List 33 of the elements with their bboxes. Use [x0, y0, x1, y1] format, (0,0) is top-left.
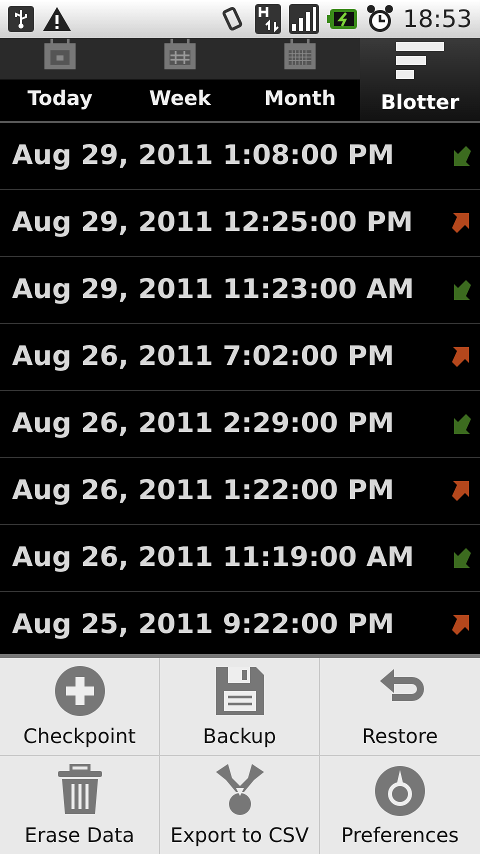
blotter-row[interactable]: Aug 29, 2011 12:25:00 PM [0, 190, 480, 257]
menu-item[interactable]: Preferences [320, 756, 480, 854]
menu-item[interactable]: Checkpoint [0, 658, 160, 756]
menu-item[interactable]: Backup [160, 658, 320, 756]
entry-time: Aug 29, 2011 12:25:00 PM [12, 206, 414, 240]
entry-time: Aug 26, 2011 2:29:00 PM [12, 406, 396, 441]
up-right-arrow-icon [450, 480, 472, 502]
entry-time: Aug 26, 2011 11:19:00 AM [12, 540, 416, 575]
up-right-arrow-icon [450, 614, 472, 636]
network-icon [254, 4, 281, 34]
blotter-row[interactable]: Aug 29, 2011 11:23:00 AM [0, 257, 480, 324]
signal-icon [288, 4, 319, 34]
blotter-row[interactable]: Aug 26, 2011 7:02:00 PM [0, 324, 480, 391]
blotter-row[interactable]: Aug 26, 2011 11:19:00 AM [0, 525, 480, 592]
alarm-clock-icon [364, 4, 395, 34]
blotter-row[interactable]: Aug 26, 2011 2:29:00 PM [0, 391, 480, 458]
entry-time: Aug 25, 2011 9:22:00 PM [12, 608, 396, 642]
tab[interactable]: Blotter [360, 38, 480, 121]
clock-time: 18:53 [402, 4, 472, 35]
warning-icon [42, 6, 72, 32]
blotter-row[interactable]: Aug 29, 2011 1:08:00 PM [0, 123, 480, 190]
blotter-row[interactable]: Aug 26, 2011 1:22:00 PM [0, 458, 480, 525]
usb-icon [8, 6, 34, 32]
menu-item[interactable]: Export to CSV [160, 756, 320, 854]
menu-item[interactable]: Restore [320, 658, 480, 756]
entry-time: Aug 26, 2011 1:22:00 PM [12, 474, 396, 508]
entry-time: Aug 26, 2011 7:02:00 PM [12, 340, 396, 374]
entry-time: Aug 29, 2011 11:23:00 AM [12, 272, 416, 307]
menu-item[interactable]: Erase Data [0, 756, 160, 854]
entry-time: Aug 29, 2011 1:08:00 PM [12, 138, 396, 173]
up-right-arrow-icon [450, 346, 472, 368]
up-right-arrow-icon [450, 212, 472, 234]
battery-icon [326, 8, 357, 30]
